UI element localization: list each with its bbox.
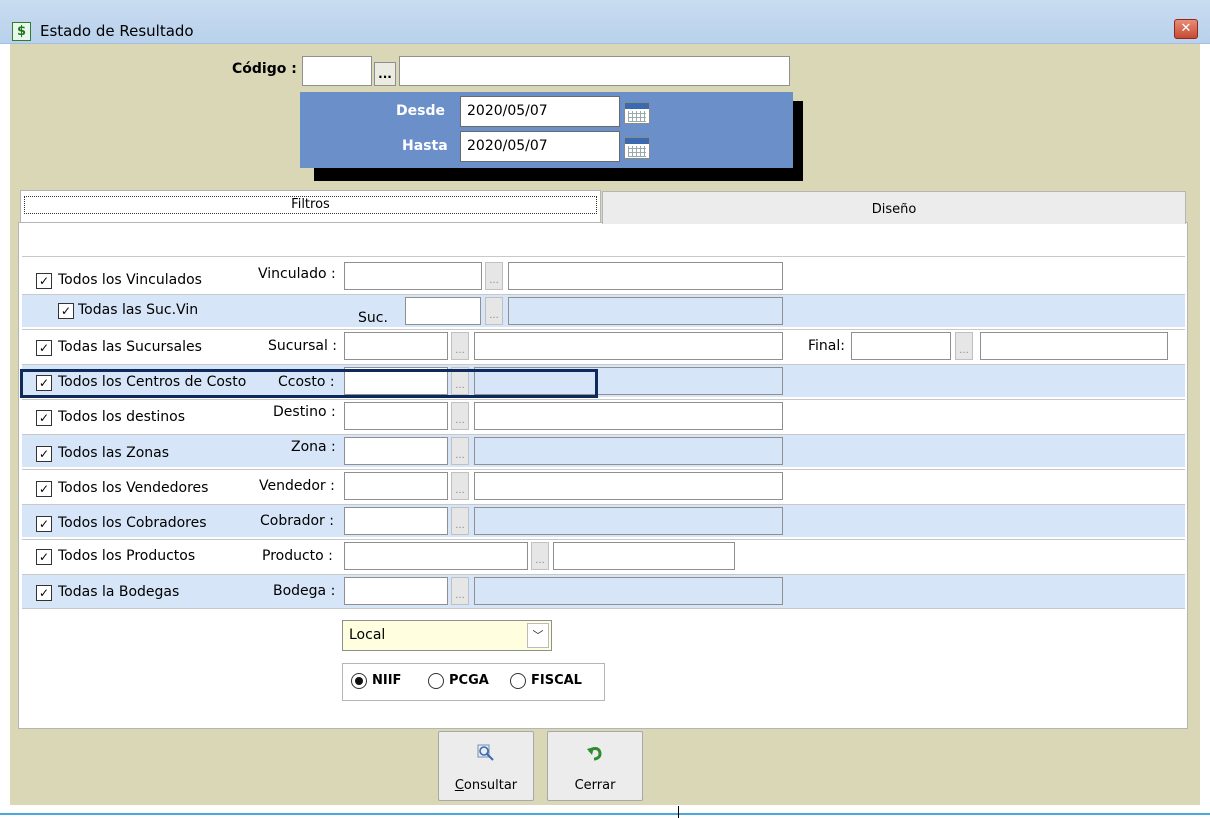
moneda-selected-value: Local	[349, 627, 386, 643]
consultar-label: Consultar	[454, 778, 518, 793]
cobrador-input[interactable]	[344, 507, 448, 535]
tab-filtros-label: Filtros	[24, 196, 597, 214]
label-suc: Suc.	[358, 310, 388, 326]
label-todas-bodegas: Todas la Bodegas	[58, 584, 180, 600]
producto-lookup-button[interactable]: ...	[531, 542, 549, 570]
vendedor-lookup-button[interactable]: ...	[451, 472, 469, 500]
producto-description	[553, 542, 735, 570]
moneda-select[interactable]: Local ﹀	[342, 620, 552, 651]
hasta-input[interactable]: 2020/05/07	[460, 131, 620, 162]
consultar-button[interactable]: Consultar	[438, 731, 534, 801]
suc-description	[508, 297, 783, 325]
checkbox-bodegas[interactable]: ✓	[36, 585, 52, 601]
checkbox-sucvin[interactable]: ✓	[58, 303, 74, 319]
label-todos-vinculados: Todos los Vinculados	[58, 272, 202, 288]
checkbox-sucursales[interactable]: ✓	[36, 340, 52, 356]
destino-input[interactable]	[344, 402, 448, 430]
label-sucursal: Sucursal :	[268, 338, 338, 354]
label-todas-sucursales: Todas las Sucursales	[58, 339, 202, 355]
vendedor-description	[474, 472, 783, 500]
label-todos-cobradores: Todos los Cobradores	[58, 515, 207, 531]
checkbox-vendedores[interactable]: ✓	[36, 481, 52, 497]
checkbox-cobradores[interactable]: ✓	[36, 516, 52, 532]
tab-diseno[interactable]: Diseño	[602, 191, 1186, 224]
sucursal-description	[474, 332, 783, 360]
zona-lookup-button[interactable]: ...	[451, 437, 469, 465]
calendar-icon[interactable]	[624, 102, 650, 124]
label-final: Final:	[808, 338, 845, 354]
cursor-caret	[678, 806, 679, 818]
label-producto: Producto :	[262, 548, 333, 564]
suc-input[interactable]	[405, 297, 481, 325]
radio-pcga[interactable]	[428, 673, 444, 689]
chevron-down-icon[interactable]: ﹀	[527, 623, 549, 648]
checkbox-productos[interactable]: ✓	[36, 549, 52, 565]
label-fiscal: FISCAL	[531, 673, 582, 688]
final-input[interactable]	[851, 332, 951, 360]
label-vendedor: Vendedor :	[259, 478, 335, 494]
desde-input[interactable]: 2020/05/07	[460, 96, 620, 127]
vinculado-description	[508, 262, 783, 290]
destino-description	[474, 402, 783, 430]
final-description	[980, 332, 1168, 360]
codigo-input[interactable]	[302, 56, 372, 86]
calendar-icon[interactable]	[624, 137, 650, 159]
checkbox-vinculados[interactable]: ✓	[36, 273, 52, 289]
codigo-label: Código :	[232, 61, 297, 77]
radio-fiscal[interactable]	[510, 673, 526, 689]
label-zona: Zona :	[291, 439, 336, 455]
label-bodega: Bodega :	[273, 583, 336, 599]
magnifier-icon	[439, 744, 533, 766]
label-cobrador: Cobrador :	[260, 513, 334, 529]
label-todos-productos: Todos los Productos	[58, 548, 196, 564]
bodega-description	[474, 577, 783, 605]
zona-description	[474, 437, 783, 465]
label-pcga: PCGA	[449, 673, 489, 688]
title-bar: $ Estado de Resultado ✕	[0, 0, 1210, 44]
checkbox-destinos[interactable]: ✓	[36, 410, 52, 426]
desde-label: Desde	[396, 103, 445, 119]
suc-lookup-button[interactable]: ...	[485, 297, 503, 325]
final-lookup-button[interactable]: ...	[955, 332, 973, 360]
tab-filtros[interactable]: Filtros	[20, 190, 601, 222]
vendedor-input[interactable]	[344, 472, 448, 500]
checkbox-zonas[interactable]: ✓	[36, 446, 52, 462]
label-todos-zonas: Todos las Zonas	[58, 445, 170, 461]
sucursal-input[interactable]	[344, 332, 448, 360]
cobrador-lookup-button[interactable]: ...	[451, 507, 469, 535]
producto-input[interactable]	[344, 542, 528, 570]
bottom-border	[0, 813, 1210, 815]
codigo-description	[399, 56, 790, 86]
zona-input[interactable]	[344, 437, 448, 465]
hasta-label: Hasta	[402, 138, 448, 154]
label-todos-vendedores: Todos los Vendedores	[58, 480, 209, 496]
label-niif: NIIF	[372, 673, 402, 688]
app-icon: $	[12, 22, 31, 41]
cerrar-button[interactable]: Cerrar	[547, 731, 643, 801]
window-title: Estado de Resultado	[40, 22, 194, 40]
label-destino: Destino :	[273, 404, 336, 420]
codigo-lookup-button[interactable]: ...	[374, 62, 396, 86]
selection-highlight	[20, 369, 598, 398]
cobrador-description	[474, 507, 783, 535]
destino-lookup-button[interactable]: ...	[451, 402, 469, 430]
bodega-input[interactable]	[344, 577, 448, 605]
label-todos-destinos: Todos los destinos	[58, 409, 186, 425]
vinculado-input[interactable]	[344, 262, 482, 290]
bodega-lookup-button[interactable]: ...	[451, 577, 469, 605]
cerrar-label: Cerrar	[574, 778, 616, 793]
undo-arrow-icon	[548, 744, 642, 766]
sucursal-lookup-button[interactable]: ...	[451, 332, 469, 360]
label-todas-sucvin: Todas las Suc.Vin	[78, 302, 199, 318]
vinculado-lookup-button[interactable]: ...	[485, 262, 503, 290]
close-button[interactable]: ✕	[1174, 19, 1198, 39]
label-vinculado: Vinculado :	[258, 266, 336, 282]
radio-niif[interactable]	[351, 673, 367, 689]
